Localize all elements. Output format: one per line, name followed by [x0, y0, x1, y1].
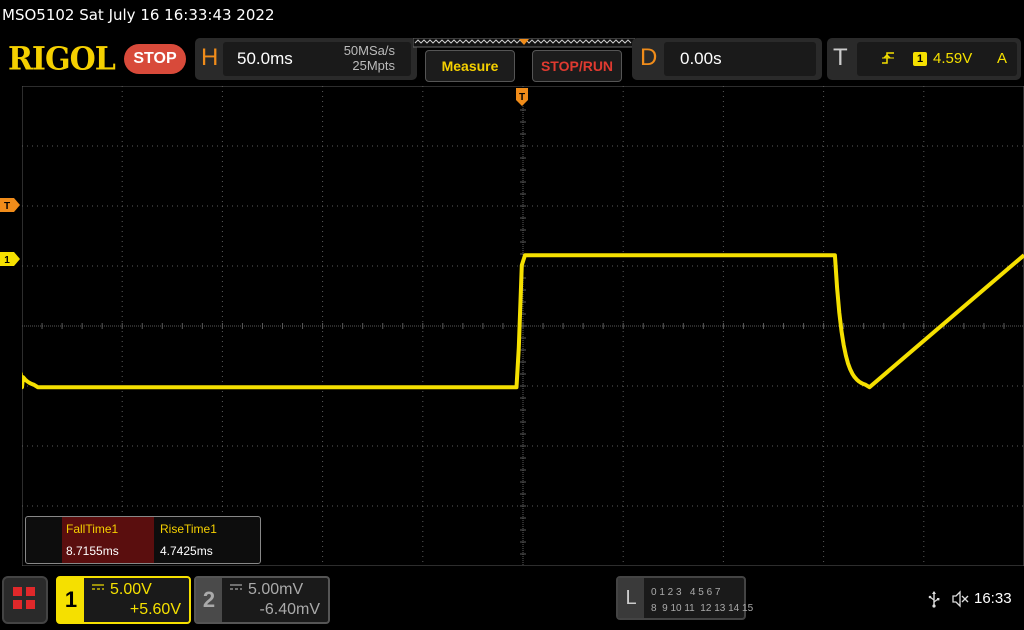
ch1-offset-marker-label: 1	[4, 255, 10, 266]
logic-channels-row-1: 0 1 2 3 4 5 6 7	[651, 587, 721, 598]
speaker-muted-icon[interactable]	[951, 590, 969, 608]
system-clock: 16:33	[974, 590, 1012, 607]
measurement-fall-time[interactable]: FallTime1 8.7155ms	[62, 517, 154, 563]
horizontal-letter: H	[201, 44, 219, 71]
memory-depth: 25Mpts	[352, 58, 395, 73]
rigol-logo: RIGOL	[8, 41, 116, 78]
measure-button[interactable]: Measure	[425, 50, 515, 82]
trigger-letter: T	[833, 44, 848, 71]
run-state-badge[interactable]: STOP	[124, 44, 186, 74]
channel-2-scale: 5.00mV	[248, 581, 304, 598]
trigger-level-marker-label: T	[4, 201, 10, 212]
horizontal-values: 50.0ms 50MSa/s 25Mpts	[223, 42, 411, 76]
delay-panel[interactable]: D 0.00s	[632, 38, 822, 80]
measurement-name: RiseTime1	[160, 522, 217, 536]
menu-grid-icon	[13, 587, 22, 596]
trigger-level-marker[interactable]: T	[0, 196, 22, 214]
stop-run-button[interactable]: STOP/RUN	[532, 50, 622, 82]
sample-rate: 50MSa/s	[343, 43, 395, 58]
trigger-source-badge: 1	[913, 52, 927, 66]
title-bar: MSO5102 Sat July 16 16:33:43 2022	[0, 0, 1024, 32]
rising-edge-icon	[882, 52, 894, 64]
trigger-position-label: T	[519, 92, 525, 103]
measurement-rise-time[interactable]: RiseTime1 4.7425ms	[156, 517, 248, 563]
channel-2-number: 2	[196, 578, 222, 622]
ch1-offset-marker[interactable]: 1	[0, 250, 22, 268]
waveform-display[interactable]: T	[22, 86, 1024, 566]
sample-info: 50MSa/s 25Mpts	[344, 43, 395, 73]
trigger-values: 1 4.59V A	[857, 42, 1017, 76]
usb-icon	[928, 591, 940, 608]
logic-channels-row-2: 8 9 10 11 12 13 14 15	[651, 603, 754, 614]
trigger-position-marker[interactable]: T	[516, 88, 528, 106]
dc-coupling-icon	[92, 584, 104, 590]
trigger-mode: A	[997, 50, 1008, 67]
measurement-name: FallTime1	[66, 522, 119, 536]
channel-2-panel[interactable]: 2 5.00mV -6.40mV	[194, 576, 330, 624]
trigger-level: 4.59V	[933, 50, 973, 67]
trigger-panel[interactable]: T 1 4.59V A	[827, 38, 1021, 80]
delay-values: 0.00s	[664, 42, 816, 76]
delay-letter: D	[640, 44, 658, 71]
channel-1-number: 1	[58, 578, 84, 622]
dc-coupling-icon	[230, 584, 242, 590]
measurement-results[interactable]: FallTime1 8.7155ms RiseTime1 4.7425ms	[25, 516, 261, 564]
horizontal-panel[interactable]: H 50.0ms 50MSa/s 25Mpts	[195, 38, 417, 80]
memory-position-bar	[413, 38, 635, 48]
window-title: MSO5102 Sat July 16 16:33:43 2022	[2, 6, 275, 24]
timebase-value: 50.0ms	[237, 49, 293, 68]
logic-letter: L	[618, 578, 644, 618]
measurement-value: 4.7425ms	[160, 544, 213, 558]
graticule	[22, 86, 1024, 566]
delay-value: 0.00s	[680, 49, 722, 68]
ch1-waveform-trace	[22, 253, 1024, 390]
channel-1-panel[interactable]: 1 5.00V +5.60V	[56, 576, 191, 624]
measurement-value: 8.7155ms	[66, 544, 119, 558]
main-menu-button[interactable]	[2, 576, 48, 624]
logic-analyzer-panel[interactable]: L 0 1 2 3 4 5 6 7 8 9 10 11 12 13 14 15	[616, 576, 753, 620]
channel-1-scale: 5.00V	[110, 581, 152, 598]
channel-1-offset: +5.60V	[129, 601, 181, 618]
channel-2-offset: -6.40mV	[259, 601, 320, 618]
